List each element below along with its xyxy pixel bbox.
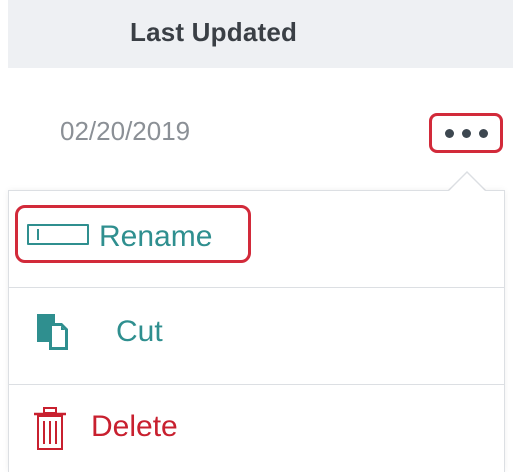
- text-cursor-icon: [37, 229, 39, 240]
- last-updated-value: 02/20/2019: [60, 116, 191, 146]
- file-list-view: Last Updated 02/20/2019 Rename Cut Delet…: [0, 0, 513, 472]
- table-row[interactable]: 02/20/2019: [8, 68, 513, 186]
- menu-item-label: Delete: [91, 410, 178, 443]
- menu-item-delete[interactable]: Delete: [9, 385, 504, 472]
- menu-caret: [449, 173, 485, 191]
- context-menu: Rename Cut Delete: [8, 190, 505, 472]
- more-actions-button[interactable]: [429, 113, 503, 153]
- menu-item-label: Cut: [116, 315, 163, 348]
- cut-icon: [37, 314, 68, 350]
- column-header-label: Last Updated: [130, 17, 298, 47]
- ellipsis-dot: [461, 128, 471, 138]
- menu-item-rename[interactable]: Rename: [9, 191, 504, 287]
- menu-item-label: Rename: [99, 220, 213, 253]
- rename-icon: [27, 224, 89, 245]
- menu-item-cut[interactable]: Cut: [9, 288, 504, 384]
- column-header-last-updated[interactable]: Last Updated: [8, 0, 513, 68]
- ellipsis-dot: [478, 128, 488, 138]
- ellipsis-dot: [444, 128, 454, 138]
- trash-icon: [34, 407, 66, 450]
